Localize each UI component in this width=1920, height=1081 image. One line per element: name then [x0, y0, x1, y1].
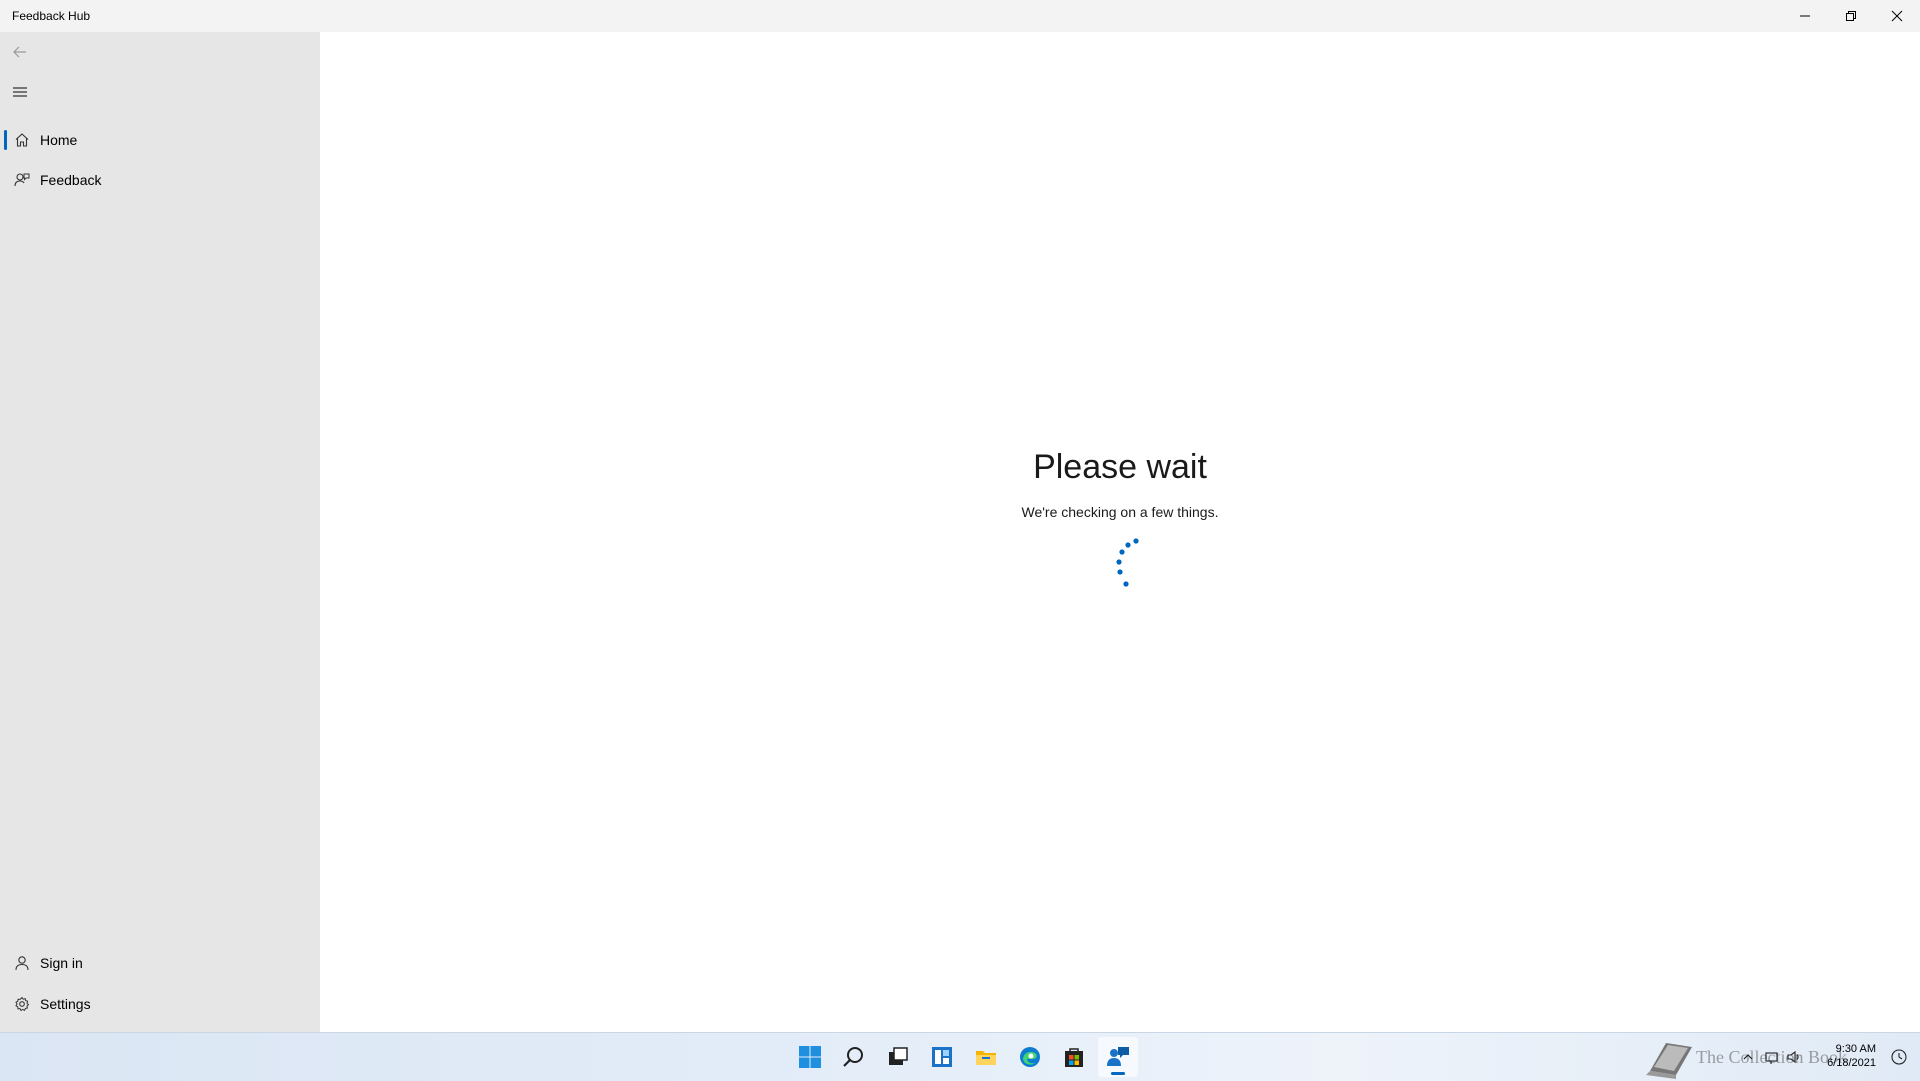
restore-icon	[1846, 11, 1856, 21]
notification-icon[interactable]	[1890, 1048, 1908, 1066]
person-icon	[12, 953, 32, 973]
start-icon	[799, 1046, 821, 1068]
restore-button[interactable]	[1828, 0, 1874, 32]
clock[interactable]: 9:30 AM 6/18/2021	[1827, 1042, 1876, 1070]
taskbar: The Collection Book 9:30 AM 6/18/2021	[0, 1032, 1920, 1081]
system-tray: The Collection Book 9:30 AM 6/18/2021	[1640, 1033, 1920, 1081]
edge-icon	[1020, 1047, 1040, 1067]
nav-item-sign-in[interactable]: Sign in	[0, 943, 320, 983]
feedback-hub-button[interactable]	[1098, 1037, 1138, 1077]
close-icon	[1891, 10, 1903, 22]
minimize-button[interactable]	[1782, 0, 1828, 32]
gear-icon	[12, 994, 32, 1014]
page-title: Please wait	[1033, 448, 1207, 486]
widgets-icon	[932, 1047, 952, 1067]
task-view-button[interactable]	[878, 1037, 918, 1077]
title-bar: Feedback Hub	[0, 0, 1920, 32]
main-content: Please wait We're checking on a few thin…	[320, 32, 1920, 1032]
nav-item-feedback[interactable]: Feedback	[0, 160, 320, 200]
task-view-icon	[889, 1047, 908, 1065]
nav-label-feedback: Feedback	[40, 172, 102, 188]
minimize-icon	[1800, 15, 1810, 17]
back-button[interactable]	[8, 40, 32, 64]
clock-date: 6/18/2021	[1827, 1057, 1876, 1069]
progress-ring-spinner	[1116, 538, 1139, 587]
feedback-icon	[12, 170, 32, 190]
navigation-pane: Home Feedback Sign in Settings	[0, 32, 320, 1032]
hamburger-icon	[13, 87, 27, 97]
feedback-hub-icon	[1107, 1047, 1129, 1066]
status-message: We're checking on a few things.	[1021, 504, 1219, 520]
back-arrow-icon	[13, 46, 26, 58]
nav-label-home: Home	[40, 132, 78, 148]
app-title: Feedback Hub	[12, 9, 91, 23]
clock-time: 9:30 AM	[1835, 1043, 1876, 1055]
search-button[interactable]	[834, 1037, 874, 1077]
edge-button[interactable]	[1010, 1037, 1050, 1077]
start-button[interactable]	[790, 1037, 830, 1077]
network-icon[interactable]	[1764, 1049, 1780, 1065]
taskbar-apps	[788, 1033, 1140, 1081]
volume-icon[interactable]	[1786, 1049, 1802, 1065]
store-button[interactable]	[1054, 1037, 1094, 1077]
file-explorer-button[interactable]	[966, 1037, 1006, 1077]
store-icon	[1065, 1048, 1083, 1067]
nav-label-sign-in: Sign in	[40, 955, 83, 971]
search-icon	[843, 1047, 863, 1067]
hamburger-menu-button[interactable]	[8, 80, 32, 104]
widgets-button[interactable]	[922, 1037, 962, 1077]
nav-item-settings[interactable]: Settings	[0, 984, 320, 1024]
book-icon	[1646, 1043, 1692, 1079]
file-explorer-icon	[976, 1051, 996, 1065]
nav-item-home[interactable]: Home	[0, 120, 320, 160]
chevron-up-icon[interactable]	[1740, 1049, 1756, 1065]
home-icon	[12, 130, 32, 150]
nav-label-settings: Settings	[40, 996, 91, 1012]
close-button[interactable]	[1874, 0, 1920, 32]
window-controls	[1782, 0, 1920, 32]
